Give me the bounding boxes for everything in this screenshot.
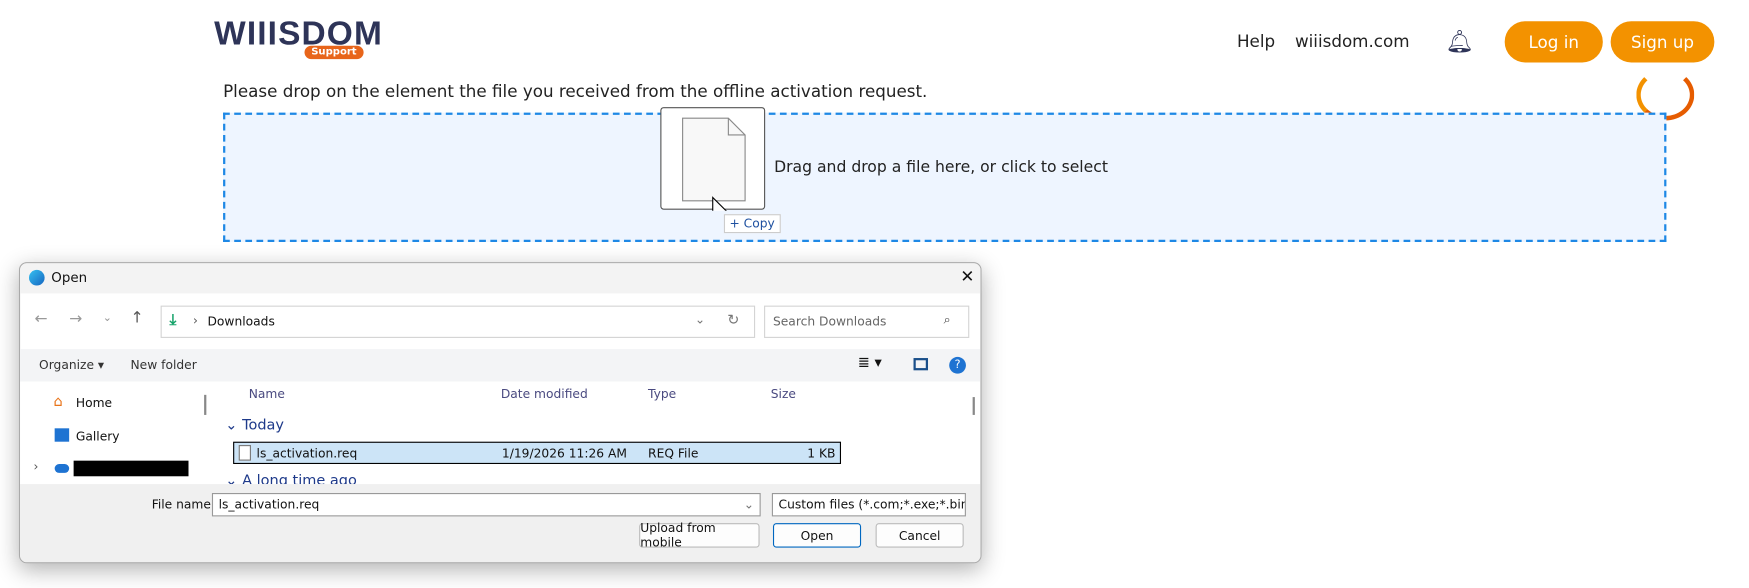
column-type[interactable]: Type bbox=[648, 387, 676, 402]
onedrive-icon bbox=[54, 464, 70, 473]
forward-icon[interactable]: → bbox=[69, 310, 82, 328]
nav-scrollbar[interactable] bbox=[204, 394, 207, 415]
file-name: ls_activation.req bbox=[256, 446, 358, 461]
redacted-item bbox=[73, 460, 189, 477]
up-icon[interactable]: ↑ bbox=[131, 309, 144, 327]
search-icon: ⌕ bbox=[943, 312, 951, 327]
open-dialog: Open ✕ ← → ⌄ ↑ ⤓ › Downloads ⌄ ↻ Search … bbox=[18, 262, 982, 564]
file-type: REQ File bbox=[648, 446, 699, 461]
file-name-value: ls_activation.req bbox=[218, 497, 320, 512]
group-today[interactable]: ⌄ Today bbox=[225, 417, 284, 434]
list-scrollbar[interactable] bbox=[972, 397, 975, 415]
open-button[interactable]: Open bbox=[772, 523, 862, 548]
dialog-titlebar bbox=[20, 263, 981, 294]
bell-icon[interactable]: 🔔︎ bbox=[1446, 28, 1474, 55]
recent-chevron-icon[interactable]: ⌄ bbox=[103, 312, 112, 324]
dropzone[interactable] bbox=[223, 112, 1667, 243]
file-type-filter[interactable]: Custom files (*.com;*.exe;*.bin; bbox=[771, 493, 966, 517]
file-icon bbox=[238, 445, 251, 461]
login-button[interactable]: Log in bbox=[1504, 21, 1603, 63]
wiiisdom-link[interactable]: wiiisdom.com bbox=[1295, 31, 1410, 51]
file-name-label: File name: bbox=[151, 497, 216, 512]
edge-icon bbox=[29, 269, 45, 286]
file-size: 1 KB bbox=[807, 446, 836, 461]
nav-gallery[interactable]: Gallery bbox=[76, 429, 120, 444]
column-size[interactable]: Size bbox=[771, 387, 796, 402]
preview-pane-icon[interactable] bbox=[913, 358, 929, 371]
cancel-button[interactable]: Cancel bbox=[875, 523, 964, 548]
close-icon[interactable]: ✕ bbox=[960, 267, 974, 287]
address-bar[interactable]: ⤓ › Downloads ⌄ ↻ bbox=[160, 305, 756, 338]
group-old[interactable]: ⌄ A long time ago bbox=[225, 473, 357, 484]
column-date[interactable]: Date modified bbox=[501, 387, 588, 402]
dragged-file-icon bbox=[660, 107, 766, 223]
new-folder-button[interactable]: New folder bbox=[131, 358, 197, 373]
view-menu-icon[interactable]: ≣ ▾ bbox=[858, 355, 882, 372]
logo-badge: Support bbox=[304, 45, 364, 60]
upload-from-mobile-button[interactable]: Upload from mobile bbox=[639, 521, 760, 550]
search-placeholder: Search Downloads bbox=[772, 314, 887, 330]
download-icon: ⤓ bbox=[169, 311, 177, 330]
dropzone-text: Drag and drop a file here, or click to s… bbox=[774, 158, 1108, 177]
search-input[interactable]: Search Downloads ⌕ bbox=[764, 305, 970, 338]
group-today-label: Today bbox=[242, 417, 285, 434]
file-date: 1/19/2026 11:26 AM bbox=[501, 446, 627, 461]
breadcrumb-separator: › bbox=[192, 313, 198, 328]
help-icon[interactable]: ? bbox=[949, 356, 966, 374]
organize-button[interactable]: Organize ▾ bbox=[39, 358, 104, 373]
group-old-label: A long time ago bbox=[242, 472, 357, 485]
refresh-icon[interactable]: ↻ bbox=[727, 312, 739, 329]
dialog-title: Open bbox=[51, 269, 88, 286]
instruction-text: Please drop on the element the file you … bbox=[223, 81, 928, 102]
address-text: Downloads bbox=[207, 314, 275, 330]
nav-home[interactable]: Home bbox=[76, 396, 112, 411]
file-row[interactable]: ls_activation.req 1/19/2026 11:26 AM REQ… bbox=[233, 441, 842, 465]
address-dropdown-icon[interactable]: ⌄ bbox=[695, 312, 705, 327]
back-icon[interactable]: ← bbox=[35, 310, 48, 328]
column-name[interactable]: Name bbox=[249, 387, 285, 402]
copy-badge: + Copy bbox=[723, 214, 781, 234]
home-icon: ⌂ bbox=[53, 393, 63, 411]
help-link[interactable]: Help bbox=[1237, 31, 1275, 51]
signup-button[interactable]: Sign up bbox=[1610, 21, 1715, 63]
expand-chevron-icon[interactable]: › bbox=[33, 460, 38, 475]
gallery-icon bbox=[54, 428, 70, 442]
file-name-input[interactable]: ls_activation.req ⌄ bbox=[211, 493, 761, 517]
